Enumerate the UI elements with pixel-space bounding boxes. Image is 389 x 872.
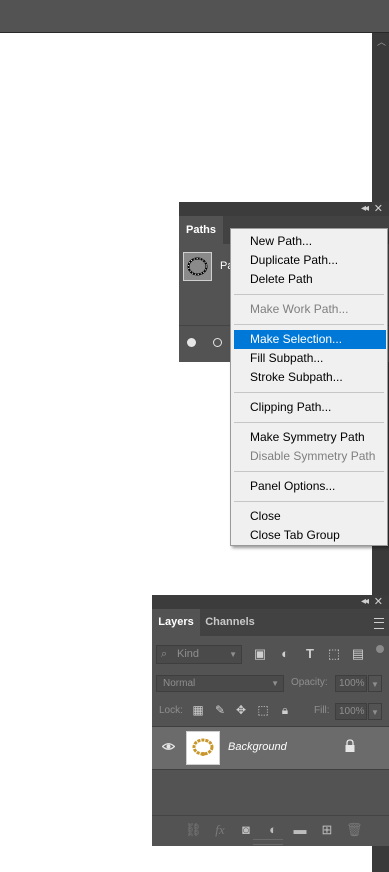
menu-separator	[234, 324, 384, 325]
lock-icon	[345, 739, 355, 752]
type-filter-icon[interactable]: T	[303, 646, 317, 662]
bracelet-path-icon	[187, 257, 208, 276]
layers-panel: ◂◂ ✕ Layers Channels ⌕ Kind ▼ ▣ ◐ T ⬚ ▤ …	[152, 595, 389, 846]
menu-item-close-tab-group[interactable]: Close Tab Group	[231, 526, 387, 545]
adjustment-layer-icon[interactable]: ◐	[265, 822, 281, 838]
link-layers-icon[interactable]: ⛓︎	[185, 822, 202, 838]
panel-titlebar: ◂◂ ✕	[179, 202, 389, 216]
new-layer-icon[interactable]: ⊞	[319, 822, 335, 838]
stroke-path-icon[interactable]	[213, 338, 222, 347]
menu-separator	[234, 392, 384, 393]
menu-item-stroke-subpath[interactable]: Stroke Subpath...	[231, 368, 387, 387]
pixel-filter-icon[interactable]: ▣	[253, 646, 267, 662]
path-thumbnail	[183, 252, 212, 281]
menu-item-make-selection[interactable]: Make Selection...	[234, 330, 386, 349]
smart-object-filter-icon[interactable]: ▤	[351, 646, 365, 662]
menu-item-panel-options[interactable]: Panel Options...	[231, 477, 387, 496]
layers-tab-bar: Layers Channels	[152, 609, 389, 636]
add-mask-icon[interactable]: ◙	[238, 822, 254, 838]
bracelet-image-icon	[192, 738, 214, 756]
collapse-arrow-icon[interactable]: ︿	[377, 38, 386, 47]
tab-layers[interactable]: Layers	[152, 609, 200, 636]
filter-toggle[interactable]	[376, 645, 384, 653]
menu-item-duplicate-path[interactable]: Duplicate Path...	[231, 251, 387, 270]
chevron-down-icon[interactable]: ▼	[368, 703, 382, 720]
shape-filter-icon[interactable]: ⬚	[327, 646, 341, 662]
panel-menu-icon[interactable]	[374, 618, 384, 629]
fill-label: Fill:	[314, 705, 330, 716]
fx-icon[interactable]: fx	[212, 822, 228, 838]
chevron-down-icon: ▼	[271, 679, 279, 688]
filter-kind-select[interactable]: ⌕ Kind ▼	[156, 645, 242, 664]
filter-kind-label: Kind	[177, 648, 200, 660]
tab-paths[interactable]: Paths	[179, 216, 223, 244]
menu-item-make-symmetry-path[interactable]: Make Symmetry Path	[231, 428, 387, 447]
close-icon[interactable]: ✕	[374, 202, 383, 215]
collapse-panel-icon[interactable]: ◂◂	[361, 596, 369, 607]
lock-position-icon[interactable]: ✥	[234, 703, 248, 718]
menu-item-delete-path[interactable]: Delete Path	[231, 270, 387, 289]
paths-context-menu: New Path... Duplicate Path... Delete Pat…	[230, 228, 388, 546]
opacity-field[interactable]: 100%	[335, 675, 367, 692]
resize-grip[interactable]	[253, 839, 283, 845]
chevron-down-icon[interactable]: ▼	[368, 675, 382, 692]
layer-name: Background	[228, 741, 287, 753]
opacity-label: Opacity:	[291, 677, 328, 688]
menu-item-new-path[interactable]: New Path...	[231, 232, 387, 251]
lock-artboard-icon[interactable]: ⬚	[256, 703, 270, 718]
panel-titlebar: ◂◂ ✕	[152, 595, 389, 609]
close-icon[interactable]: ✕	[374, 595, 383, 608]
menu-item-close[interactable]: Close	[231, 507, 387, 526]
menu-separator	[234, 294, 384, 295]
layer-row[interactable]: Background	[152, 726, 389, 770]
chevron-down-icon: ▼	[229, 650, 237, 659]
blend-mode-label: Normal	[163, 678, 196, 689]
menu-item-disable-symmetry-path: Disable Symmetry Path	[250, 449, 376, 463]
menu-separator	[234, 422, 384, 423]
menu-separator	[234, 471, 384, 472]
search-icon: ⌕	[161, 648, 168, 660]
collapse-panel-icon[interactable]: ◂◂	[361, 203, 369, 214]
trash-icon[interactable]: 🗑︎	[346, 822, 363, 838]
lock-image-brush-icon[interactable]: ✎	[213, 703, 227, 718]
lock-label: Lock:	[159, 705, 183, 716]
fill-path-icon[interactable]	[187, 338, 196, 347]
menu-item-clipping-path[interactable]: Clipping Path...	[231, 398, 387, 417]
new-group-icon[interactable]: ▬	[292, 822, 308, 838]
eye-icon[interactable]	[162, 742, 175, 751]
lock-transparency-icon[interactable]: ▦	[191, 703, 205, 718]
menu-item-fill-subpath[interactable]: Fill Subpath...	[231, 349, 387, 368]
tab-channels[interactable]: Channels	[200, 609, 260, 636]
top-bar	[0, 0, 389, 32]
menu-separator	[234, 501, 384, 502]
lock-all-icon[interactable]: 🔒︎	[278, 703, 292, 718]
layer-thumbnail	[186, 731, 220, 765]
menu-item-make-work-path: Make Work Path...	[250, 302, 349, 316]
fill-field[interactable]: 100%	[335, 703, 367, 720]
adjustment-filter-icon[interactable]: ◐	[278, 646, 292, 662]
blend-mode-select[interactable]: Normal ▼	[156, 675, 284, 692]
